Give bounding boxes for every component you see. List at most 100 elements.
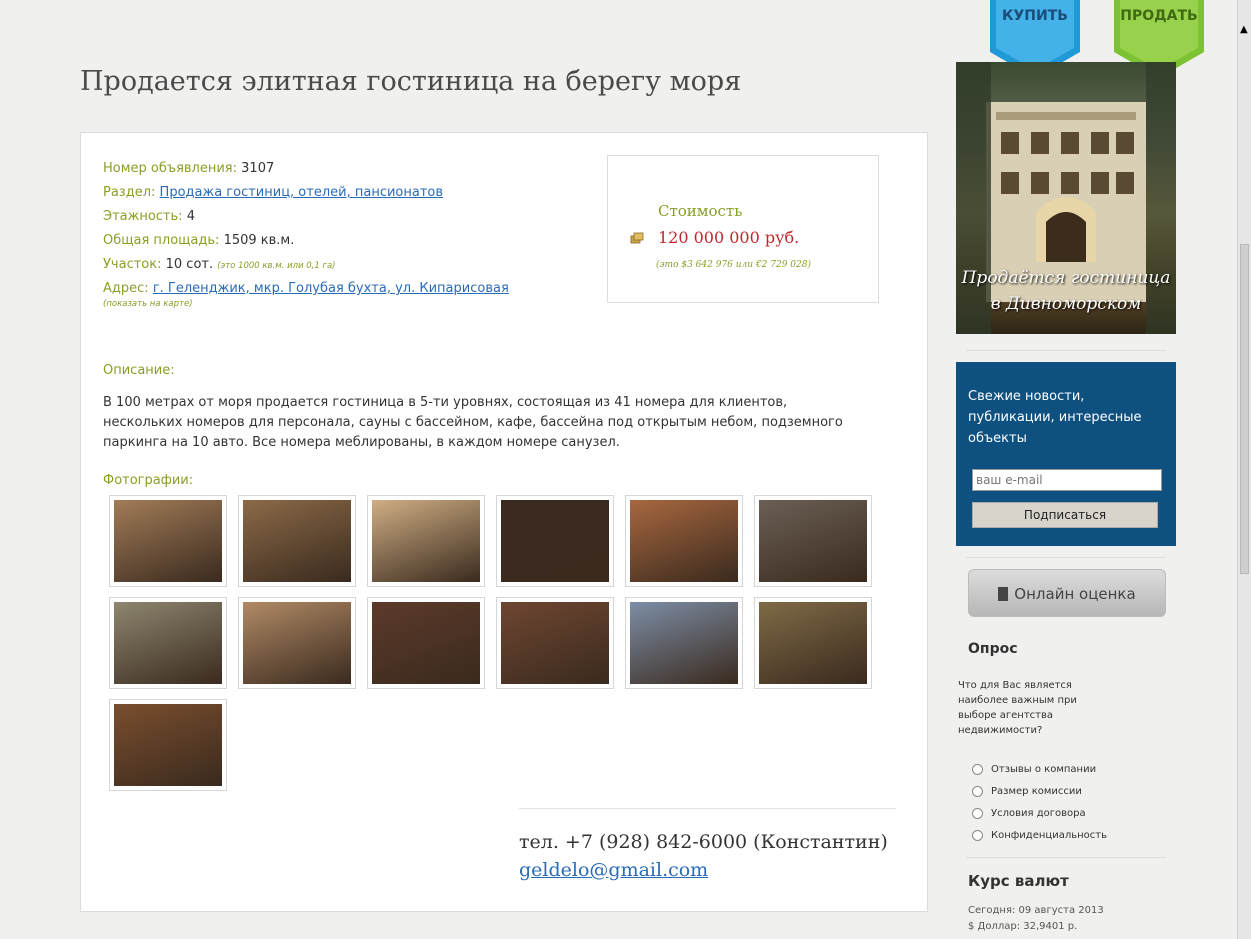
poll-option[interactable]: Отзывы о компании [972,758,1107,780]
radio-button[interactable] [972,785,983,797]
listing-card: Номер объявления: 3107 Раздел: Продажа г… [80,132,928,912]
floors-value: 4 [186,209,195,224]
radio-button[interactable] [972,807,983,819]
radio-button[interactable] [972,829,983,841]
photo-image [114,704,222,786]
listing-info: Номер объявления: 3107 Раздел: Продажа г… [103,161,509,323]
photo-thumbnail[interactable] [754,597,872,689]
poll-option[interactable]: Размер комиссии [972,780,1107,802]
photo-thumbnail[interactable] [109,597,227,689]
currency-rates: Сегодня: 09 августа 2013 $ Доллар: 32,94… [968,903,1104,935]
sidebar-divider [966,557,1166,558]
photo-thumbnail[interactable] [109,699,227,791]
photo-thumbnail[interactable] [625,597,743,689]
photo-thumbnail[interactable] [367,597,485,689]
sidebar-divider [966,350,1166,351]
area-label: Общая площадь: [103,233,220,248]
poll-title: Опрос [968,641,1018,657]
sidebar-divider [966,857,1166,858]
photo-image [114,500,222,582]
photo-image [372,602,480,684]
photo-image [501,602,609,684]
section-row: Раздел: Продажа гостиниц, отелей, пансио… [103,185,509,200]
description-label: Описание: [103,363,175,378]
page-title: Продается элитная гостиница на берегу мо… [80,66,742,97]
address-link[interactable]: г. Геленджик, мкр. Голубая бухта, ул. Ки… [153,281,509,296]
area-row: Общая площадь: 1509 кв.м. [103,233,509,248]
photo-image [759,500,867,582]
page: Продается элитная гостиница на берегу мо… [0,0,1237,939]
sell-tab-label: ПРОДАТЬ [1120,8,1198,24]
section-label: Раздел: [103,185,156,200]
price-label: Стоимость [658,202,743,220]
subscribe-text: Свежие новости, публикации, интересные о… [968,389,1142,446]
description-text: В 100 метрах от моря продается гостиница… [103,395,843,450]
photo-thumbnail[interactable] [238,597,356,689]
contact-phone: тел. +7 (928) 842-6000 (Константин) [519,831,888,853]
contact-block: тел. +7 (928) 842-6000 (Константин) geld… [519,831,888,881]
photo-image [630,602,738,684]
address-label: Адрес: [103,281,149,296]
address-row: Адрес: г. Геленджик, мкр. Голубая бухта,… [103,281,509,296]
photo-thumbnail[interactable] [496,597,614,689]
plot-row: Участок: 10 сот. (это 1000 кв.м. или 0,1… [103,257,509,272]
currency-rates-title: Курс валют [968,872,1069,890]
photo-image [501,500,609,582]
rates-usd: $ Доллар: 32,9401 р. [968,921,1078,932]
photo-image [114,602,222,684]
poll-option-label: Условия договора [991,807,1086,819]
floors-row: Этажность: 4 [103,209,509,224]
money-icon [630,232,644,244]
photo-image [372,500,480,582]
poll-options: Отзывы о компании Размер комиссии Услови… [972,758,1107,846]
section-link[interactable]: Продажа гостиниц, отелей, пансионатов [160,185,443,200]
plot-note: (это 1000 кв.м. или 0,1 га) [217,261,336,271]
sidebar: КУПИТЬ ПРОДАТЬ Продаётся гостиница в Див… [956,0,1204,939]
photo-image [243,500,351,582]
plot-label: Участок: [103,257,162,272]
poll-option-label: Размер комиссии [991,785,1082,797]
listing-number-value: 3107 [241,161,275,176]
calculator-icon [998,587,1009,601]
subscribe-box: Свежие новости, публикации, интересные о… [956,362,1176,546]
subscribe-button[interactable]: Подписаться [972,502,1158,528]
price-box: Стоимость 120 000 000 руб. (это $3 642 9… [607,155,879,303]
online-estimate-label: Онлайн оценка [1014,585,1136,603]
banner-caption-line2: в Дивноморском [990,294,1142,314]
vertical-scrollbar[interactable]: ▲ [1237,0,1251,939]
show-on-map-link[interactable]: (показать на карте) [103,299,509,309]
poll-option[interactable]: Конфиденциальность [972,824,1107,846]
photo-image [243,602,351,684]
price-converted: (это $3 642 976 или €2 729 028) [656,260,811,270]
plot-value: 10 сот. [165,257,214,272]
poll-option-label: Отзывы о компании [991,763,1097,775]
photo-thumbnail[interactable] [367,495,485,587]
photo-thumbnail[interactable] [109,495,227,587]
photo-thumbnail[interactable] [238,495,356,587]
banner-caption-line1: Продаётся гостиница [961,268,1171,288]
photo-thumbnail[interactable] [625,495,743,587]
photo-thumbnail[interactable] [754,495,872,587]
area-value: 1509 кв.м. [223,233,295,248]
photos-label: Фотографии: [103,473,194,488]
online-estimate-button[interactable]: Онлайн оценка [968,569,1166,617]
buy-tab-label: КУПИТЬ [1002,8,1068,24]
contact-email-link[interactable]: geldelo@gmail.com [519,859,888,881]
photo-image [759,602,867,684]
poll-question: Что для Вас является наиболее важным при… [958,680,1077,736]
floors-label: Этажность: [103,209,183,224]
subscribe-email-input[interactable] [972,469,1162,491]
price-value: 120 000 000 руб. [658,228,800,247]
contact-divider [519,808,896,809]
photo-image [630,500,738,582]
scrollbar-thumb[interactable] [1240,244,1249,574]
hotel-banner[interactable]: Продаётся гостиница в Дивноморском [956,62,1176,334]
poll-option-label: Конфиденциальность [991,829,1108,841]
listing-number-label: Номер объявления: [103,161,238,176]
radio-button[interactable] [972,763,983,775]
photo-thumbnail[interactable] [496,495,614,587]
scroll-up-arrow-icon[interactable]: ▲ [1240,24,1248,35]
rates-date: Сегодня: 09 августа 2013 [968,905,1104,916]
poll-option[interactable]: Условия договора [972,802,1107,824]
listing-number-row: Номер объявления: 3107 [103,161,509,176]
